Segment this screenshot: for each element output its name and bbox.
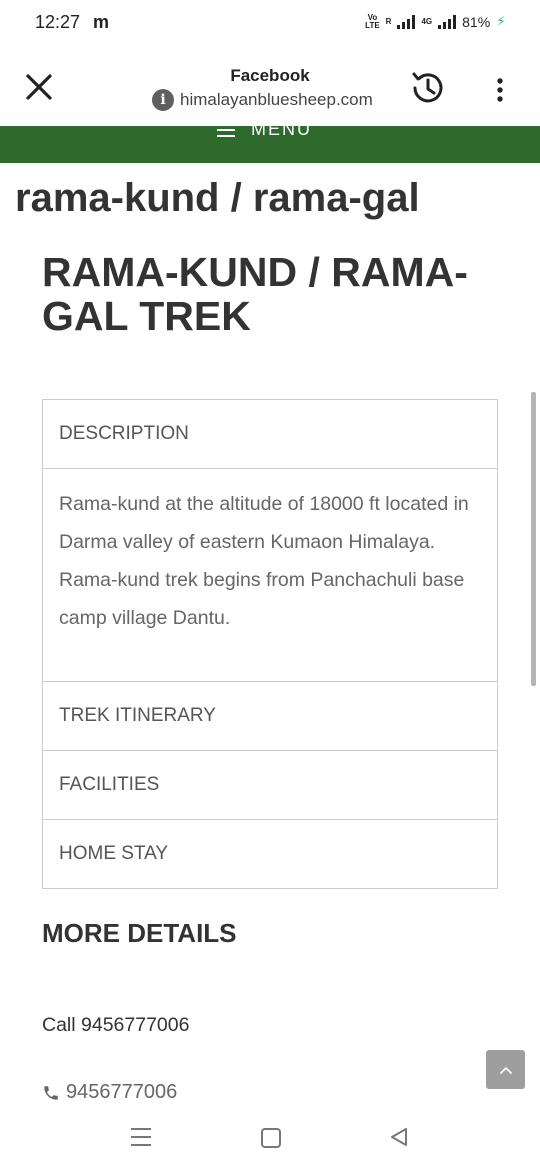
history-icon[interactable] (406, 66, 450, 110)
accordion-item-facilities: FACILITIES (43, 750, 497, 819)
page: 12:27 m Vo LTE R 4G 81% ⚡ Facebook i him… (0, 0, 540, 1170)
accordion-item-itinerary: TREK ITINERARY (43, 681, 497, 750)
back-to-top-button[interactable] (486, 1050, 525, 1089)
notification-app-icon: m (93, 12, 110, 32)
accordion-header-facilities[interactable]: FACILITIES (43, 751, 497, 819)
roaming-indicator: R (385, 17, 392, 26)
trek-info-accordion: DESCRIPTION Rama-kund at the altitude of… (42, 399, 498, 889)
hamburger-icon[interactable] (217, 126, 235, 137)
url-row[interactable]: i himalayanbluesheep.com (152, 89, 373, 111)
status-indicators: Vo LTE R 4G 81% ⚡ (365, 13, 506, 30)
menu-toggle[interactable]: MENU (217, 126, 312, 140)
network-type: 4G (421, 17, 433, 26)
browser-url[interactable]: himalayanbluesheep.com (180, 90, 373, 110)
trek-title: RAMA-KUND / RAMA-GAL TREK (42, 249, 468, 339)
call-text: Call 9456777006 (42, 1014, 190, 1036)
phone-number[interactable]: 9456777006 (66, 1081, 177, 1104)
browser-toolbar: Facebook i himalayanbluesheep.com (0, 46, 540, 126)
accordion-body-description: Rama-kund at the altitude of 18000 ft lo… (59, 493, 469, 629)
charging-icon: ⚡ (496, 13, 506, 29)
volte-bottom: LTE (365, 20, 380, 30)
signal-icon-2 (438, 14, 457, 29)
accordion-item-home-stay: HOME STAY (43, 819, 497, 888)
chevron-up-icon (499, 1066, 512, 1074)
accordion-body-description-wrap: Rama-kund at the altitude of 18000 ft lo… (43, 468, 497, 681)
phone-link[interactable]: 9456777006 (42, 1081, 177, 1104)
status-bar: 12:27 m Vo LTE R 4G 81% ⚡ (0, 0, 540, 46)
recent-apps-icon[interactable] (131, 1128, 151, 1146)
signal-icon (397, 14, 416, 29)
more-options-icon[interactable] (490, 76, 510, 104)
page-heading: rama-kund / rama-gal (15, 176, 420, 220)
back-icon[interactable] (388, 1126, 410, 1148)
site-menu-bar[interactable]: MENU (0, 126, 540, 163)
battery-level: 81% (462, 13, 491, 30)
browser-title: Facebook (230, 66, 310, 85)
volte-icon: Vo LTE (365, 13, 380, 30)
accordion-header-description[interactable]: DESCRIPTION (43, 400, 497, 468)
home-icon[interactable] (261, 1128, 281, 1148)
accordion-header-itinerary[interactable]: TREK ITINERARY (43, 682, 497, 750)
info-icon[interactable]: i (152, 89, 174, 111)
more-details-heading: MORE DETAILS (42, 918, 237, 948)
accordion-item-description: DESCRIPTION Rama-kund at the altitude of… (43, 400, 497, 681)
phone-icon (44, 1085, 58, 1100)
scrollbar[interactable] (531, 392, 536, 686)
accordion-header-home-stay[interactable]: HOME STAY (43, 820, 497, 888)
menu-label[interactable]: MENU (251, 126, 312, 140)
status-time: 12:27 (35, 12, 81, 32)
system-nav-bar (0, 1110, 540, 1170)
